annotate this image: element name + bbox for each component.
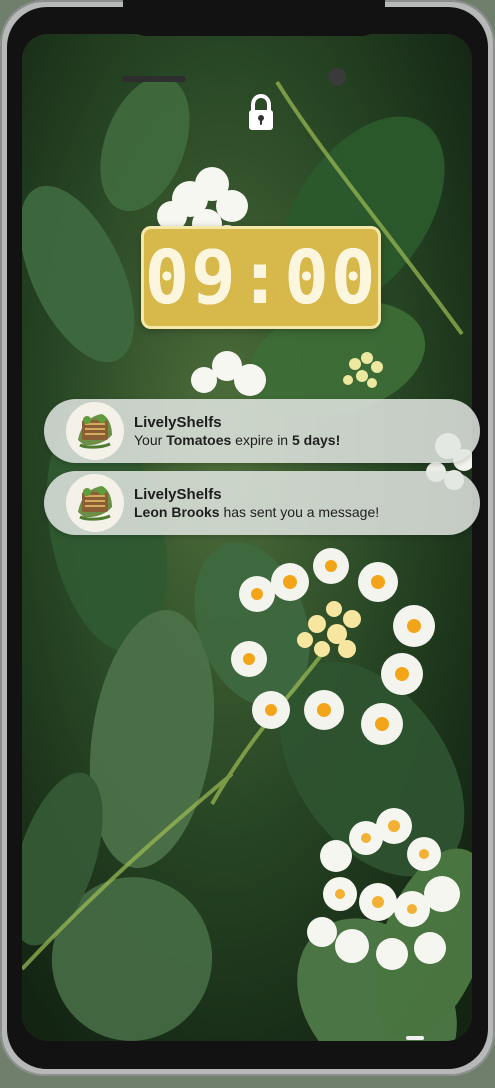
clock-time: 09:00 <box>144 234 378 321</box>
home-indicator <box>406 1036 424 1040</box>
message-highlight-days: 5 days! <box>291 431 341 448</box>
phone-notch <box>123 0 385 36</box>
notification-content: LivelyShelfs Your Tomatoes expire in 5 d… <box>134 414 340 449</box>
lock-icon <box>249 94 273 130</box>
notification-content: LivelyShelfs Leon Brooks has sent you a … <box>134 486 379 521</box>
app-logo-icon <box>66 402 124 460</box>
earpiece-speaker <box>122 76 186 82</box>
notification-app-name: LivelyShelfs <box>134 413 222 431</box>
notification-app-name: LivelyShelfs <box>134 485 222 503</box>
phone-mockup-stage: 09:00 LivelyShelfs Your Tomatoes expire … <box>0 0 495 1088</box>
notification-message: Leon Brooks has sent you a message! <box>134 504 379 521</box>
flower-wallpaper <box>22 34 472 1041</box>
front-camera <box>328 68 346 86</box>
message-highlight-product: Tomatoes <box>166 431 232 448</box>
notification-card[interactable]: LivelyShelfs Leon Brooks has sent you a … <box>44 471 480 535</box>
lock-screen <box>22 34 472 1041</box>
message-middle: has sent you a message! <box>219 503 380 520</box>
clock-widget: 09:00 <box>141 226 381 329</box>
message-before: Your <box>134 431 167 448</box>
message-middle: expire in <box>231 431 292 448</box>
notification-message: Your Tomatoes expire in 5 days! <box>134 432 340 449</box>
notification-card[interactable]: LivelyShelfs Your Tomatoes expire in 5 d… <box>44 399 480 463</box>
app-logo-icon <box>66 474 124 532</box>
message-highlight-sender: Leon Brooks <box>134 503 220 520</box>
